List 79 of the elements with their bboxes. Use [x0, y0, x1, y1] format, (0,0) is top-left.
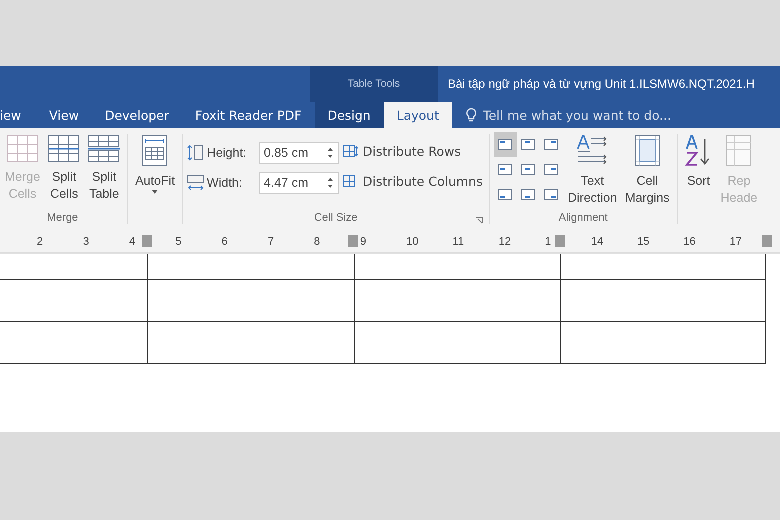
- column-marker[interactable]: [762, 235, 772, 247]
- cell-alignment-icon: [498, 164, 512, 175]
- cell-alignment-icon: [521, 189, 536, 200]
- distribute-button[interactable]: Distribute Rows: [341, 142, 485, 161]
- table-cell[interactable]: [0, 254, 148, 280]
- cell-alignment-icon: [498, 189, 512, 200]
- autofit-icon: [142, 135, 168, 167]
- table-cell[interactable]: [0, 322, 148, 364]
- autofit-button[interactable]: AutoFit: [132, 132, 178, 212]
- ruler-number: 4: [129, 236, 136, 248]
- field-label: Width:: [207, 176, 244, 190]
- repeat-header-icon: [726, 135, 752, 167]
- lightbulb-icon: [466, 108, 478, 122]
- group-label: Cell Size: [314, 212, 358, 226]
- cell-alignment-icon: [544, 189, 558, 200]
- ribbon-button[interactable]: Split Table: [85, 132, 124, 212]
- distribute-columns-icon: [343, 174, 358, 189]
- ribbon-button[interactable]: Cell Margins: [622, 132, 673, 212]
- table-cell[interactable]: [0, 280, 148, 322]
- group-label: Merge: [46, 212, 80, 226]
- ruler-number: 15: [637, 236, 650, 248]
- spin-field[interactable]: 4.47 cm: [259, 172, 340, 194]
- row-height-icon: [187, 144, 206, 162]
- ruler-number: 2: [37, 236, 44, 248]
- dialog-launcher-icon[interactable]: [476, 217, 483, 224]
- field-label: Height:: [207, 146, 248, 160]
- split-table-icon: [88, 135, 120, 163]
- cell-margins-icon: [634, 135, 661, 167]
- table-cell[interactable]: [148, 254, 355, 280]
- group-label: Alignment: [558, 212, 609, 226]
- spin-field[interactable]: 0.85 cm: [259, 142, 340, 164]
- table-cell[interactable]: [148, 322, 355, 364]
- table-cell[interactable]: [561, 322, 766, 364]
- cell-alignment-button[interactable]: [494, 132, 517, 157]
- cell-alignment-icon: [521, 164, 536, 175]
- table-cell[interactable]: [561, 280, 766, 322]
- column-width-icon: [187, 174, 206, 192]
- ruler-number: 8: [314, 236, 320, 248]
- ribbon-button[interactable]: Text Direction: [564, 132, 620, 212]
- ruler-number: 9: [360, 236, 366, 248]
- ribbon-tab[interactable]: iew: [0, 102, 36, 128]
- ruler-number: 3: [83, 236, 90, 248]
- table-cell[interactable]: [148, 280, 355, 322]
- tell-me-field[interactable]: Tell me what you want to do...: [483, 108, 704, 122]
- ruler-number: 1: [545, 236, 552, 248]
- column-marker[interactable]: [348, 235, 358, 247]
- ribbon-tab[interactable]: Foxit Reader PDF: [182, 102, 315, 128]
- table-cell[interactable]: [355, 280, 561, 322]
- ribbon-tab[interactable]: Developer: [92, 102, 182, 128]
- distribute-rows-icon: [343, 144, 358, 159]
- table-cell[interactable]: [355, 322, 561, 364]
- ribbon-tab[interactable]: View: [36, 102, 92, 128]
- ruler-number: 14: [591, 236, 604, 248]
- ruler-number: 10: [406, 236, 419, 248]
- ruler-number: 12: [498, 236, 512, 248]
- merge-cells-icon: [6, 135, 39, 163]
- ruler-number: 17: [730, 236, 742, 248]
- cell-alignment-icon: [498, 139, 512, 150]
- cell-alignment-icon: [544, 139, 558, 150]
- ruler-number: 16: [684, 236, 696, 248]
- cell-alignment-icon: [544, 164, 558, 175]
- column-marker[interactable]: [142, 235, 152, 247]
- column-marker[interactable]: [555, 235, 565, 247]
- ruler-number: 6: [222, 236, 228, 248]
- split-cells-icon: [48, 135, 80, 163]
- ruler-number: 7: [268, 236, 274, 248]
- contextual-tab-label: Table Tools: [348, 78, 400, 90]
- ruler-number: 5: [176, 236, 182, 248]
- ruler-number: 11: [452, 236, 464, 248]
- ribbon-tab[interactable]: Layout: [384, 102, 452, 128]
- table-cell[interactable]: [355, 254, 561, 280]
- ribbon-button[interactable]: Sort: [682, 132, 716, 212]
- distribute-button[interactable]: Distribute Columns: [341, 172, 485, 191]
- ribbon-button[interactable]: Split Cells: [45, 132, 84, 212]
- caret-icon: [152, 190, 158, 194]
- ribbon-tab[interactable]: Design: [314, 102, 384, 128]
- cell-alignment-icon: [521, 139, 536, 150]
- table-cell[interactable]: [561, 254, 766, 280]
- document-title: Bài tập ngữ pháp và từ vựng Unit 1.ILSMW6.NQT.2021.H: [447, 76, 755, 93]
